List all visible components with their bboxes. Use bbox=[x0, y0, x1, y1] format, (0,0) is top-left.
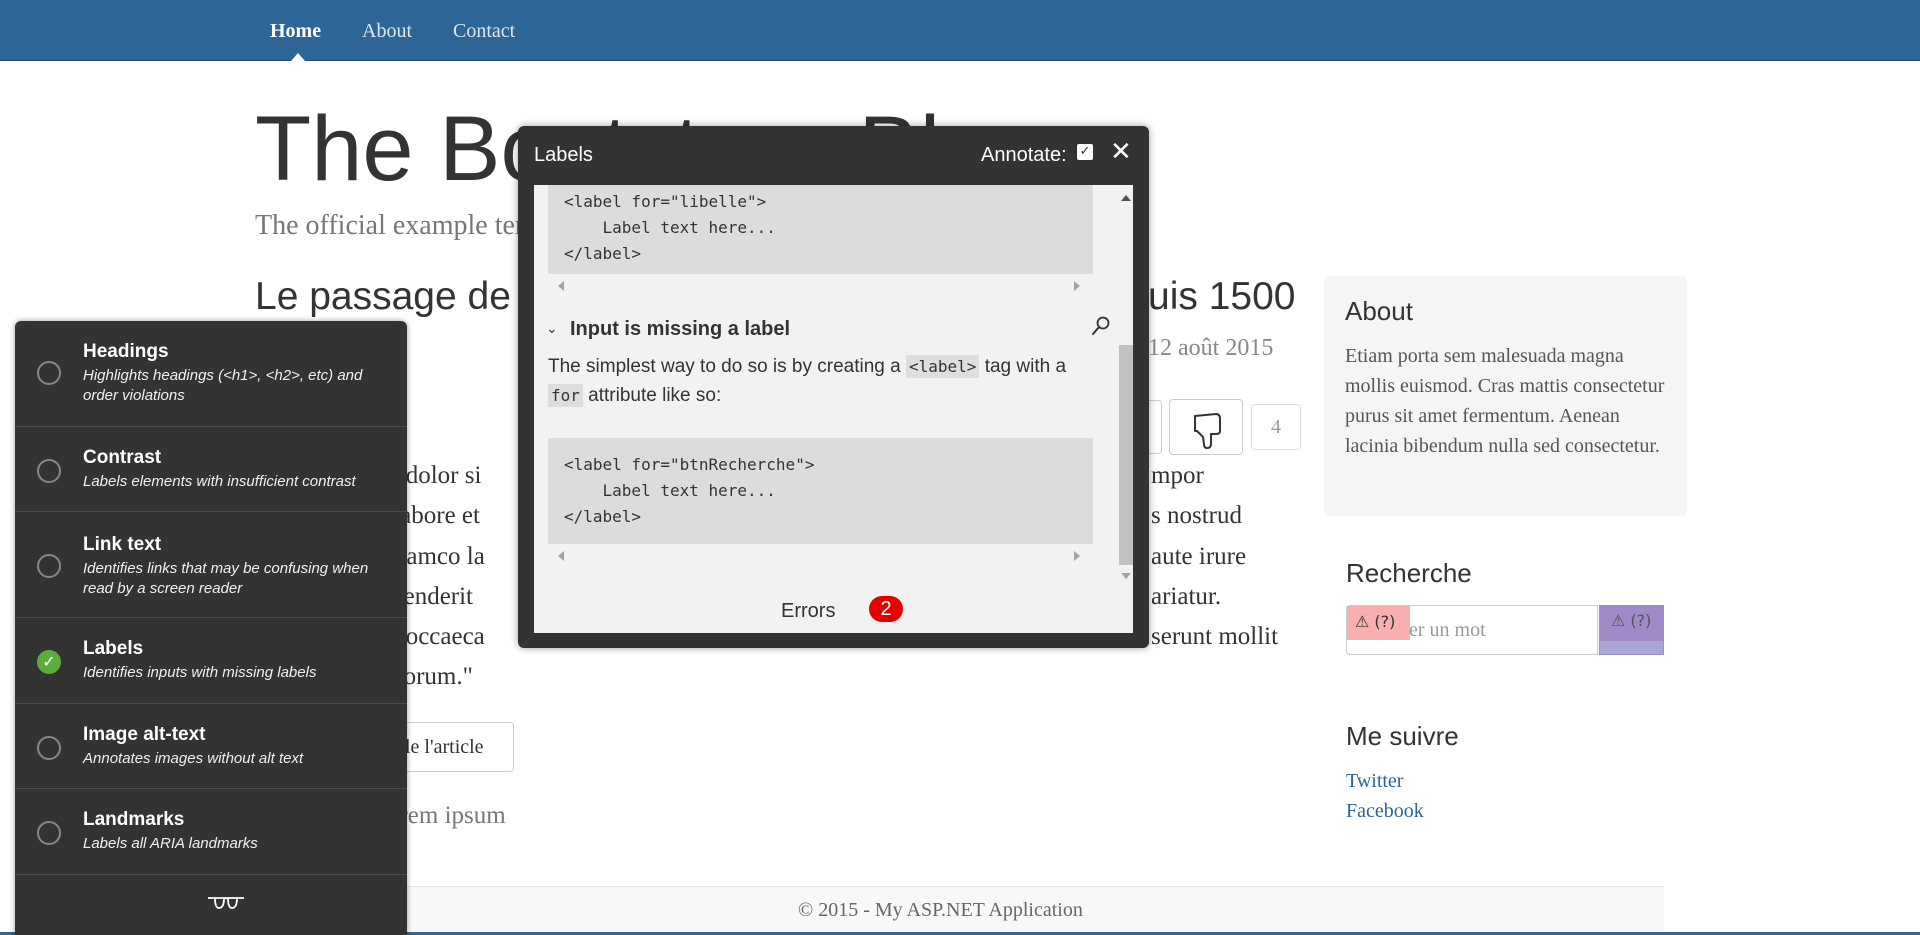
plugin-title: Image alt-text bbox=[83, 724, 206, 745]
scroll-left-icon[interactable] bbox=[558, 281, 564, 291]
plugin-desc: Annotates images without alt text bbox=[83, 750, 304, 767]
plugin-item-link-text[interactable]: Link text Identifies links that may be c… bbox=[15, 512, 407, 618]
twitter-link[interactable]: Twitter bbox=[1346, 770, 1403, 793]
plugin-title: Contrast bbox=[83, 447, 162, 468]
nav-home-link[interactable]: Home bbox=[270, 20, 321, 43]
glasses-icon[interactable] bbox=[207, 893, 245, 913]
horizontal-scrollbar[interactable] bbox=[548, 274, 1093, 298]
nav-about-link[interactable]: About bbox=[362, 20, 412, 43]
footer-text: © 2015 - My ASP.NET Application bbox=[798, 899, 1083, 921]
vertical-scrollbar[interactable] bbox=[1117, 185, 1133, 585]
plugin-item-image-alt-text[interactable]: Image alt-text Annotates images without … bbox=[15, 704, 407, 789]
post-body-line-right: s nostrud bbox=[1151, 502, 1242, 529]
post-body-line-right: aute irure bbox=[1151, 543, 1247, 570]
about-title: About bbox=[1345, 296, 1413, 326]
post-title-end: uis 1500 bbox=[1148, 275, 1296, 318]
plugin-radio[interactable] bbox=[37, 736, 61, 760]
errors-label: Errors bbox=[781, 600, 836, 622]
navbar: Home About Contact bbox=[0, 0, 1920, 61]
plugin-item-contrast[interactable]: Contrast Labels elements with insufficie… bbox=[15, 427, 407, 512]
annotate-label: Annotate: bbox=[981, 144, 1067, 166]
plugin-desc: Identifies inputs with missing labels bbox=[83, 664, 317, 681]
inline-code-for: for bbox=[548, 384, 583, 407]
annotate-checkbox[interactable]: ✓ bbox=[1077, 144, 1093, 160]
plugin-item-labels[interactable]: ✓ Labels Identifies inputs with missing … bbox=[15, 618, 407, 704]
dislike-button[interactable] bbox=[1169, 399, 1243, 455]
plugin-radio[interactable] bbox=[37, 554, 61, 578]
scroll-left-icon[interactable] bbox=[558, 551, 564, 561]
plugin-desc: Highlights headings (<h1>, <h2>, etc) an… bbox=[83, 367, 363, 404]
post-body-line-right: mpor bbox=[1151, 462, 1204, 489]
horizontal-scrollbar[interactable] bbox=[548, 544, 1093, 568]
error-section-title[interactable]: Input is missing a label bbox=[570, 318, 790, 341]
post-body-line-right: serunt mollit bbox=[1151, 623, 1279, 650]
info-text: The simplest way to do so is by creating… bbox=[548, 352, 1093, 410]
plugin-desc: Labels elements with insufficient contra… bbox=[83, 473, 356, 490]
plugin-desc: Labels all ARIA landmarks bbox=[83, 835, 258, 852]
info-text-part: tag with a bbox=[979, 356, 1067, 377]
vote-count: 4 bbox=[1251, 404, 1301, 450]
scroll-up-icon[interactable] bbox=[1121, 195, 1131, 201]
thumbs-down-icon bbox=[1194, 413, 1221, 449]
code-block-libelle: <label for="libelle"> Label text here...… bbox=[548, 185, 1093, 274]
post-title: Le passage de bbox=[255, 275, 511, 318]
errors-count-badge: 2 bbox=[869, 596, 903, 622]
plugin-panel: Headings Highlights headings (<h1>, <h2>… bbox=[15, 321, 407, 935]
missing-label-annotation-button[interactable]: ⚠ (?) bbox=[1599, 605, 1664, 641]
scroll-right-icon[interactable] bbox=[1074, 281, 1080, 291]
plugin-item-headings[interactable]: Headings Highlights headings (<h1>, <h2>… bbox=[15, 321, 407, 427]
facebook-link[interactable]: Facebook bbox=[1346, 800, 1424, 823]
plugin-radio[interactable] bbox=[37, 459, 61, 483]
close-icon[interactable]: ✕ bbox=[1110, 139, 1132, 165]
missing-label-annotation[interactable]: ⚠ (?) bbox=[1347, 606, 1410, 640]
labels-dialog: Labels Annotate: ✓ ✕ <label for="libelle… bbox=[518, 126, 1149, 648]
nav-contact-link[interactable]: Contact bbox=[453, 20, 515, 43]
nav-active-caret bbox=[291, 53, 305, 61]
scroll-down-icon[interactable] bbox=[1121, 573, 1131, 579]
scroll-right-icon[interactable] bbox=[1074, 551, 1080, 561]
plugin-desc: Identifies links that may be confusing w… bbox=[83, 560, 369, 597]
post-body-line-right: ariatur. bbox=[1151, 583, 1222, 610]
plugin-title: Link text bbox=[83, 534, 162, 555]
plugin-item-landmarks[interactable]: Landmarks Labels all ARIA landmarks bbox=[15, 789, 407, 875]
inline-code-label: <label> bbox=[906, 355, 980, 378]
dialog-title: Labels bbox=[534, 144, 593, 166]
scrollbar-thumb[interactable] bbox=[1119, 345, 1133, 565]
code-block-btnrecherche: <label for="btnRecherche"> Label text he… bbox=[548, 438, 1093, 544]
like-button[interactable] bbox=[1148, 400, 1162, 454]
search-title: Recherche bbox=[1346, 558, 1472, 588]
checkmark-icon[interactable]: ✓ bbox=[37, 650, 61, 674]
chevron-down-icon[interactable]: ⌄ bbox=[546, 321, 558, 337]
post-date: 12 août 2015 bbox=[1148, 335, 1274, 361]
follow-title: Me suivre bbox=[1346, 721, 1459, 751]
magnifier-icon[interactable] bbox=[1091, 316, 1111, 336]
plugin-radio[interactable] bbox=[37, 361, 61, 385]
info-text-part: attribute like so: bbox=[582, 385, 722, 406]
plugin-title: Headings bbox=[83, 341, 169, 362]
dialog-body: <label for="libelle"> Label text here...… bbox=[534, 185, 1133, 633]
about-box: About Etiam porta sem malesuada magna mo… bbox=[1324, 276, 1687, 516]
plugin-title: Labels bbox=[83, 638, 144, 659]
plugin-title: Landmarks bbox=[83, 809, 185, 830]
errors-bar: Errors 2 bbox=[534, 586, 1133, 633]
about-text: Etiam porta sem malesuada magna mollis e… bbox=[1345, 345, 1665, 457]
plugin-radio[interactable] bbox=[37, 821, 61, 845]
info-text-part: The simplest way to do so is by creating… bbox=[548, 356, 906, 377]
